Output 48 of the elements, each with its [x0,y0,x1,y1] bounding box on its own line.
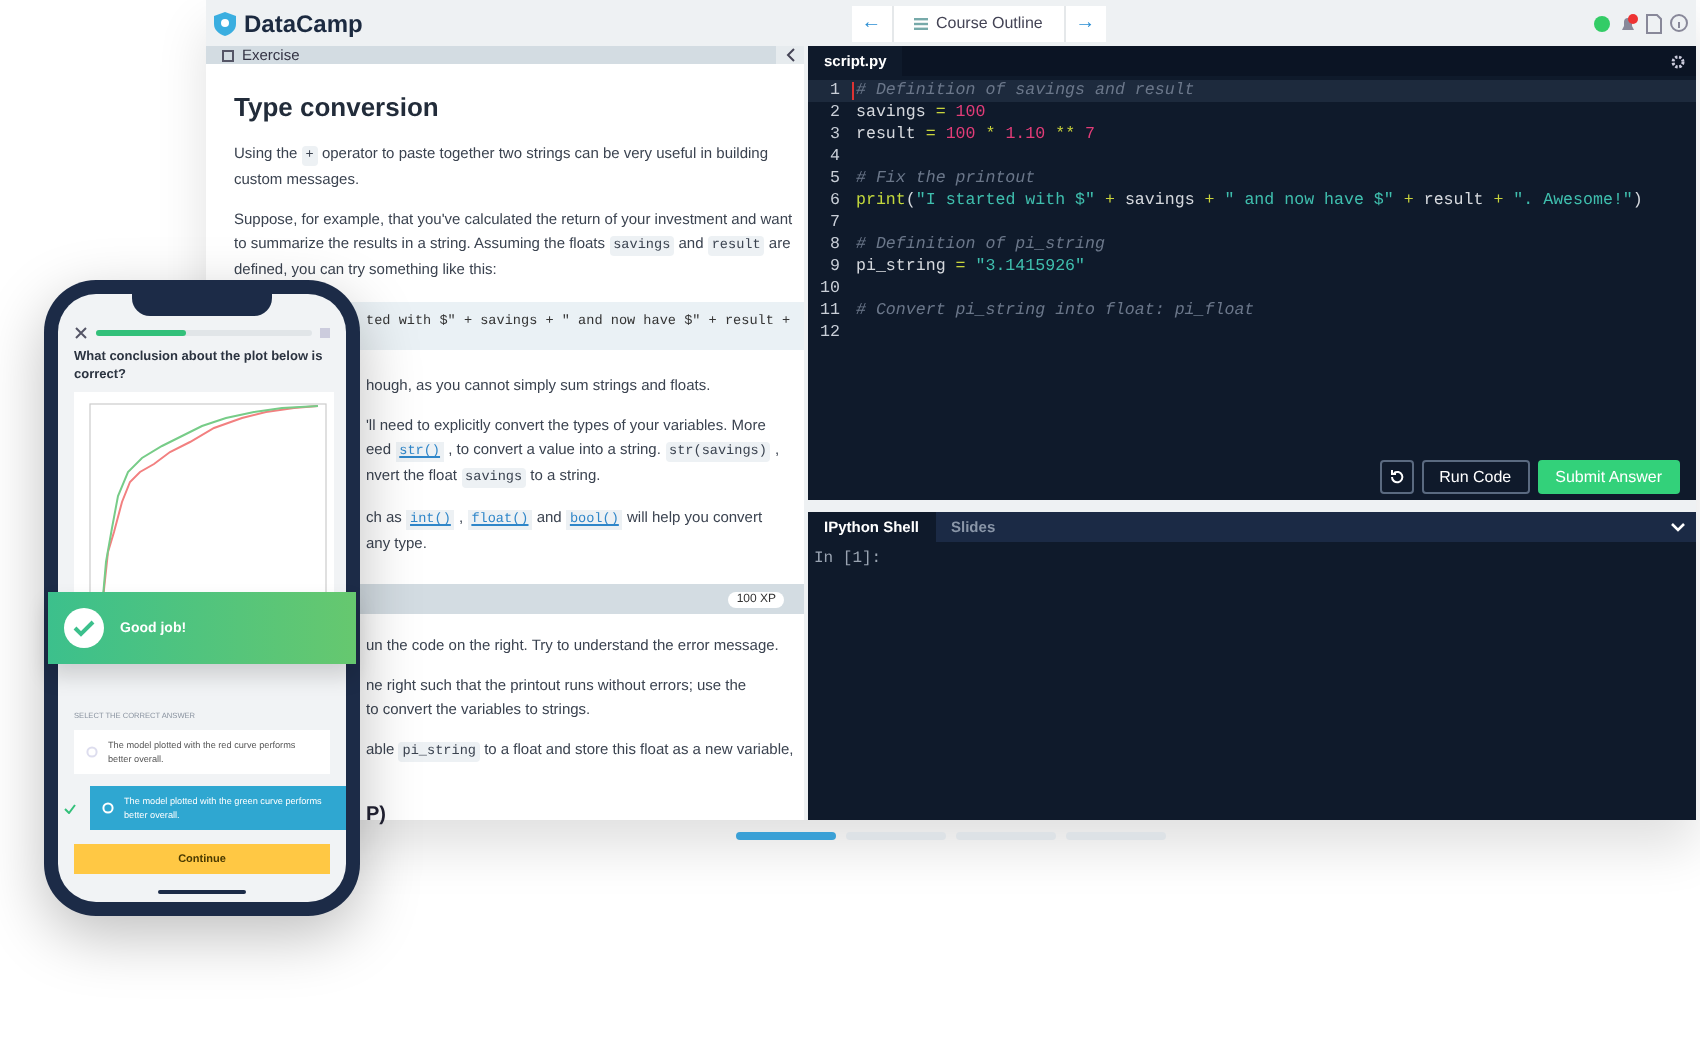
section-heading: P) [364,804,388,826]
settings-icon[interactable] [1670,53,1686,69]
document-icon[interactable] [1645,13,1662,33]
shield-icon [214,11,236,35]
course-outline-button[interactable]: Course Outline [891,5,1066,41]
line-number: 11 [818,302,842,320]
code-line: print("I started with $" + savings + " and now have $" + result + ". Awesome!") [854,192,1643,210]
info-icon[interactable] [1669,14,1688,32]
run-code-button[interactable]: Run Code [1421,460,1530,494]
home-indicator [158,890,246,894]
chevron-down-icon[interactable] [1670,522,1686,532]
line-number: 5 [828,170,842,188]
code-line: # Fix the printout [854,170,1036,188]
code-line: pi_string = "3.1415926" [854,258,1086,276]
collapse-button[interactable] [776,46,804,64]
code-line: # Definition of pi_string [854,236,1105,254]
exercise-title: Type conversion [234,92,441,122]
line-number: 3 [828,126,842,144]
list-icon [913,17,928,29]
line-number: 7 [828,214,842,232]
previous-button[interactable]: ← [851,5,892,41]
code-editor[interactable] [808,46,1696,500]
close-icon[interactable] [74,326,88,340]
line-number: 8 [828,236,842,254]
bell-icon[interactable] [1617,13,1638,33]
code-line: result = 100 * 1.10 ** 7 [854,126,1096,144]
line-number: 9 [828,258,842,276]
code-line: # Convert pi_string into float: pi_float [854,302,1255,320]
code-line: # Definition of savings and result [852,82,1195,100]
radio-icon [102,802,114,814]
phone-notch [132,292,272,316]
line-number: 2 [828,104,842,122]
code-line: savings = 100 [854,104,986,122]
next-button[interactable]: → [1065,5,1106,41]
reset-icon [1387,468,1406,486]
logo[interactable]: DataCamp [244,9,363,37]
line-number: 6 [828,192,842,210]
line-number: 4 [828,148,842,166]
shell-prompt: In [1]: [814,550,884,568]
radio-icon [86,746,98,758]
status-dot-icon [1593,15,1610,31]
line-number: 12 [818,324,842,342]
chevron-left-icon [785,48,795,62]
line-number: 10 [818,280,842,298]
line-number: 1 [828,82,842,100]
check-icon [64,608,104,648]
square-icon [222,49,234,61]
reset-button[interactable] [1379,460,1414,494]
